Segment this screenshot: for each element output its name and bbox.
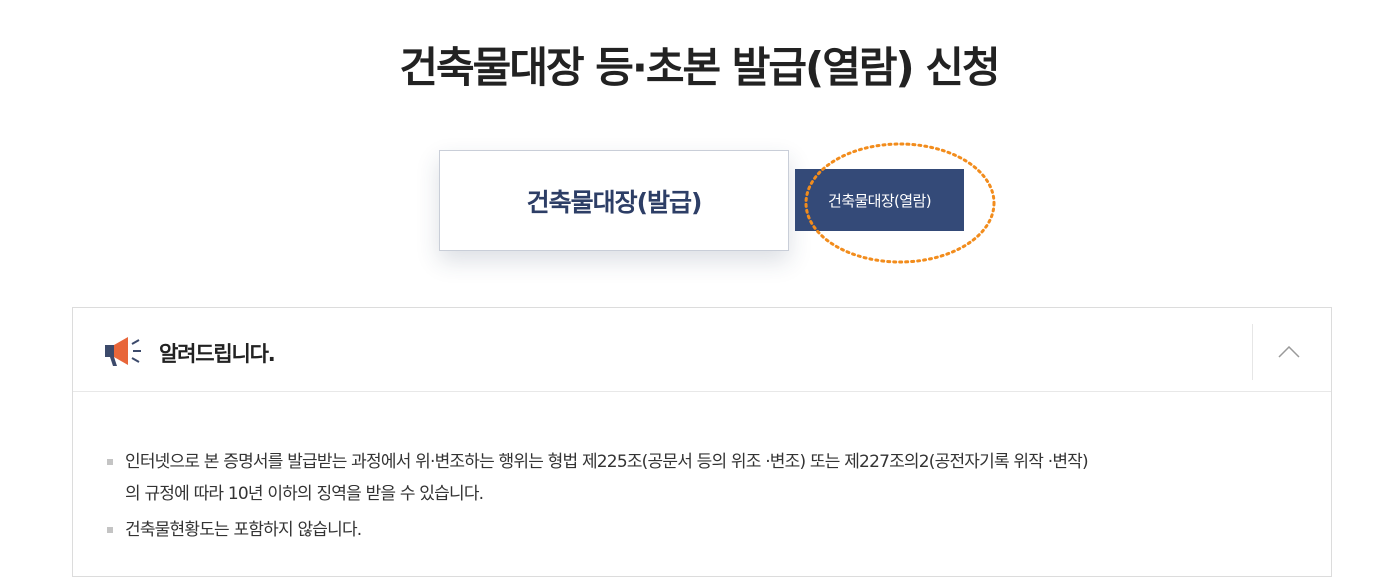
notice-item-line: 의 규정에 따라 10년 이하의 징역을 받을 수 있습니다. [125, 484, 484, 504]
collapse-button[interactable] [1259, 324, 1319, 380]
notice-item-line: 건축물현황도는 포함하지 않습니다. [125, 520, 362, 540]
notice-panel: 알려드립니다. 인터넷으로 본 증명서를 발급받는 과정에서 위·변조하는 행위… [72, 307, 1332, 577]
notice-title: 알려드립니다. [159, 342, 276, 366]
notice-item-floor-plan-excluded: 건축물현황도는 포함하지 않습니다. [107, 514, 1297, 546]
chevron-up-icon [1278, 346, 1300, 358]
notice-list: 인터넷으로 본 증명서를 발급받는 과정에서 위·변조하는 행위는 형법 제22… [107, 446, 1297, 550]
notice-item-line: 인터넷으로 본 증명서를 발급받는 과정에서 위·변조하는 행위는 형법 제22… [125, 452, 1089, 472]
notice-item-forgery-warning: 인터넷으로 본 증명서를 발급받는 과정에서 위·변조하는 행위는 형법 제22… [107, 446, 1297, 510]
tab-building-register-view[interactable]: 건축물대장(열람) [795, 169, 964, 231]
bullet [107, 459, 113, 465]
bullet [107, 527, 113, 533]
tab-building-register-issue[interactable]: 건축물대장(발급) [439, 150, 789, 251]
page-title: 건축물대장 등·초본 발급(열람) 신청 [399, 43, 1000, 92]
notice-header: 알려드립니다. [73, 308, 1331, 392]
megaphone-icon [105, 337, 141, 366]
header-divider [1252, 324, 1253, 380]
